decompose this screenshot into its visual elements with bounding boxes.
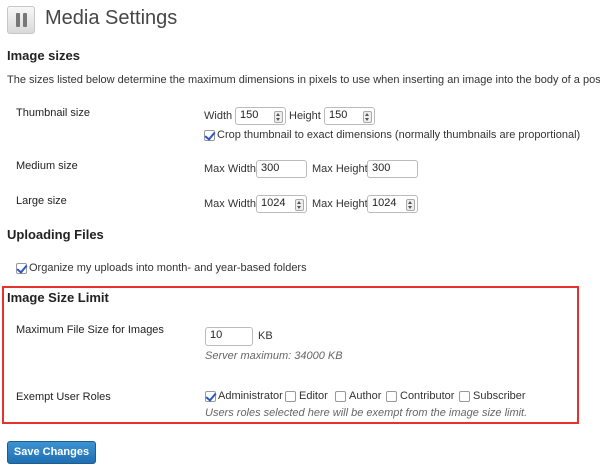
thumbnail-width-input[interactable]: 150 xyxy=(235,107,286,125)
max-file-size-label: Maximum File Size for Images xyxy=(16,324,164,336)
max-file-size-input[interactable]: 10 xyxy=(205,327,253,346)
media-settings-icon xyxy=(7,6,35,34)
medium-max-height-label: Max Height xyxy=(312,163,368,175)
role-author-checkbox[interactable] xyxy=(335,391,346,402)
large-size-label: Large size xyxy=(16,195,67,207)
large-max-height-value: 1024 xyxy=(372,197,397,209)
large-max-width-value: 1024 xyxy=(261,197,286,209)
thumbnail-width-value: 150 xyxy=(240,109,259,121)
medium-max-width-label: Max Width xyxy=(204,163,256,175)
exempt-user-roles-label: Exempt User Roles xyxy=(16,391,111,403)
role-editor-checkbox[interactable] xyxy=(285,391,296,402)
max-file-size-value: 10 xyxy=(210,329,223,341)
thumbnail-size-label: Thumbnail size xyxy=(16,107,90,119)
role-contributor-label: Contributor xyxy=(400,390,455,402)
thumbnail-height-stepper[interactable] xyxy=(363,111,372,123)
large-max-height-label: Max Height xyxy=(312,198,368,210)
large-max-width-label: Max Width xyxy=(204,198,256,210)
max-file-size-unit: KB xyxy=(258,330,273,342)
large-max-width-stepper[interactable] xyxy=(295,199,304,211)
thumbnail-height-value: 150 xyxy=(329,109,348,121)
medium-max-height-input[interactable]: 300 xyxy=(367,160,418,178)
role-editor-label: Editor xyxy=(299,390,328,402)
organize-uploads-checkbox[interactable] xyxy=(16,263,27,274)
role-contributor-checkbox[interactable] xyxy=(386,391,397,402)
role-subscriber-label: Subscriber xyxy=(473,390,526,402)
role-administrator-label: Administrator xyxy=(218,390,283,402)
server-maximum-note: Server maximum: 34000 KB xyxy=(205,350,343,362)
medium-max-width-value: 300 xyxy=(261,162,280,174)
save-changes-button[interactable]: Save Changes xyxy=(7,441,96,464)
large-max-height-input[interactable]: 1024 xyxy=(367,195,418,213)
uploading-files-heading: Uploading Files xyxy=(7,227,104,242)
role-administrator-checkbox[interactable] xyxy=(205,391,216,402)
organize-uploads-label: Organize my uploads into month- and year… xyxy=(29,262,307,274)
crop-thumbnail-label: Crop thumbnail to exact dimensions (norm… xyxy=(217,129,581,141)
medium-max-width-input[interactable]: 300 xyxy=(256,160,307,178)
image-size-limit-heading: Image Size Limit xyxy=(7,290,109,305)
page-title: Media Settings xyxy=(45,7,178,29)
medium-size-label: Medium size xyxy=(16,160,78,172)
thumbnail-height-label: Height xyxy=(289,110,321,122)
thumbnail-width-label: Width xyxy=(204,110,233,122)
large-max-width-input[interactable]: 1024 xyxy=(256,195,307,213)
thumbnail-height-input[interactable]: 150 xyxy=(324,107,375,125)
exempt-roles-help: Users roles selected here will be exempt… xyxy=(205,407,528,419)
role-author-label: Author xyxy=(349,390,382,402)
crop-thumbnail-checkbox[interactable] xyxy=(204,130,215,141)
image-sizes-description: The sizes listed below determine the max… xyxy=(7,74,600,86)
medium-max-height-value: 300 xyxy=(372,162,391,174)
image-sizes-heading: Image sizes xyxy=(7,48,80,63)
role-subscriber-checkbox[interactable] xyxy=(459,391,470,402)
thumbnail-width-stepper[interactable] xyxy=(274,111,283,123)
large-max-height-stepper[interactable] xyxy=(406,199,415,211)
